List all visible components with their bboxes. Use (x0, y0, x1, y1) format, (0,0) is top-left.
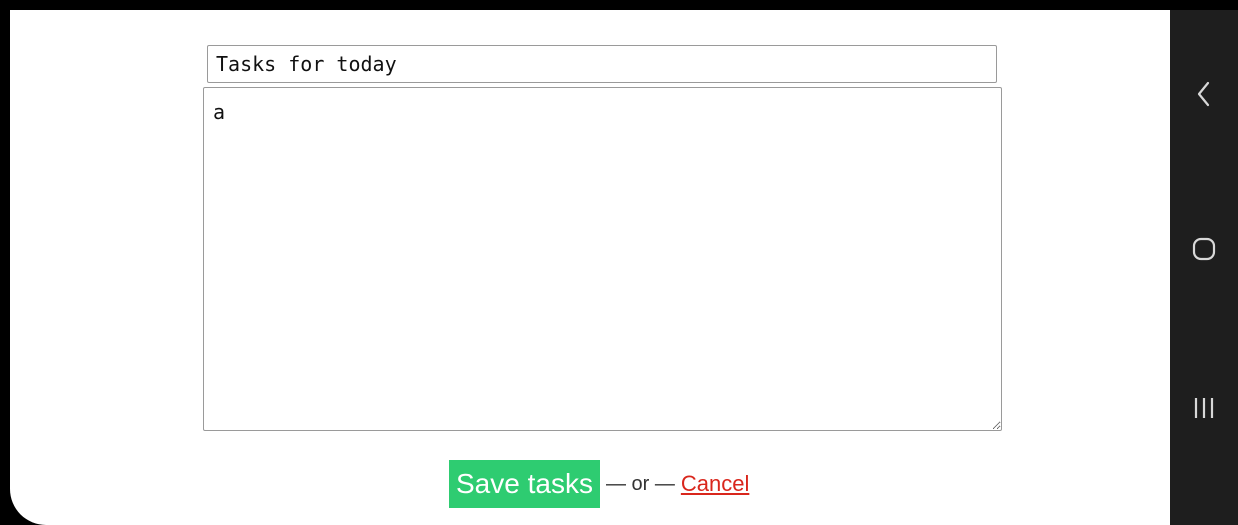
or-separator: — or — (605, 472, 675, 495)
recents-button[interactable] (1184, 388, 1224, 428)
app-content: a Save tasks — or — Cancel (10, 10, 1170, 525)
home-button[interactable] (1184, 229, 1224, 269)
tasks-textarea[interactable]: a (203, 87, 1002, 431)
home-icon (1192, 237, 1216, 261)
android-navigation-bar (1170, 10, 1238, 525)
task-list-title-input[interactable] (207, 45, 997, 83)
cancel-link[interactable]: Cancel (681, 471, 749, 497)
recents-icon (1194, 398, 1214, 418)
phone-screen: a Save tasks — or — Cancel (0, 0, 1238, 525)
back-icon (1197, 81, 1210, 107)
back-button[interactable] (1184, 74, 1224, 114)
form-actions: Save tasks — or — Cancel (449, 460, 749, 508)
save-tasks-button[interactable]: Save tasks (449, 460, 600, 508)
